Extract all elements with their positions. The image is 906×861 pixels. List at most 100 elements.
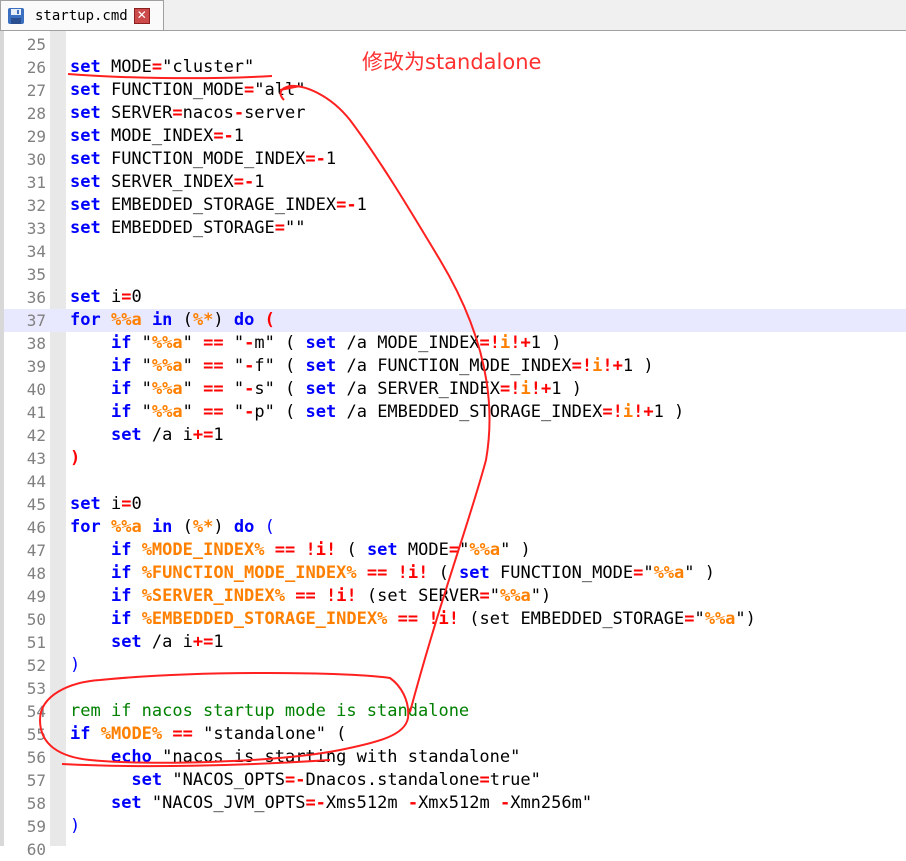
code-line[interactable]: 41 if "%%a" == "-p" ( set /a EMBEDDED_ST… [4, 401, 906, 424]
code-token: echo [110, 747, 152, 767]
line-number: 59 [26, 817, 46, 836]
code-token: MODE_INDEX [100, 126, 214, 146]
code-token: %%a [151, 333, 183, 353]
code-token: " [131, 333, 152, 353]
line-number: 38 [26, 334, 46, 353]
code-token: "nacos is starting with standalone" [151, 747, 521, 767]
code-token: MODE [100, 57, 152, 77]
code-line[interactable]: 36 set i=0 [4, 286, 906, 309]
code-token: - [244, 379, 255, 399]
code-line[interactable]: 57 set "NACOS_OPTS=-Dnacos.standalone=tr… [4, 769, 906, 792]
line-number: 58 [26, 794, 46, 813]
code-line[interactable]: 50 if %EMBEDDED_STORAGE_INDEX% == !i! (s… [4, 608, 906, 631]
code-token: 1 [233, 126, 245, 146]
code-line[interactable]: 44 [4, 470, 906, 493]
code-token: set [70, 287, 101, 307]
code-token: %%a [110, 517, 142, 537]
code-line[interactable]: 31 set SERVER_INDEX=-1 [4, 171, 906, 194]
code-token: !i! [325, 586, 357, 606]
code-line[interactable]: 56 echo "nacos is starting with standalo… [4, 746, 906, 769]
code-line[interactable]: 49 if %SERVER_INDEX% == !i! (set SERVER=… [4, 585, 906, 608]
code-token: s" ( [254, 379, 306, 399]
code-token: set [459, 563, 490, 583]
code-line[interactable]: 34 [4, 240, 906, 263]
code-line[interactable]: 30 set FUNCTION_MODE_INDEX=-1 [4, 148, 906, 171]
code-line[interactable]: 33 set EMBEDDED_STORAGE="" [4, 217, 906, 240]
code-line[interactable]: 42 set /a i+=1 [4, 424, 906, 447]
code-token: SERVER [100, 103, 173, 123]
code-line[interactable]: 39 if "%%a" == "-f" ( set /a FUNCTION_MO… [4, 355, 906, 378]
code-token: /a i [141, 632, 193, 652]
code-line[interactable]: 37 for %%a in (%*) do ( [4, 309, 906, 332]
code-token: = [172, 103, 183, 123]
code-token: %SERVER_INDEX% [141, 586, 285, 606]
code-token: == [203, 402, 224, 422]
line-number: 45 [26, 495, 46, 514]
code-text: set MODE_INDEX=-1 [70, 125, 244, 148]
code-line[interactable]: 27 set FUNCTION_MODE="all" [4, 79, 906, 102]
code-line[interactable]: 51 set /a i+=1 [4, 631, 906, 654]
code-token: %MODE_INDEX% [141, 540, 265, 560]
code-token: /a EMBEDDED_STORAGE_INDEX [336, 402, 603, 422]
code-token: if [110, 609, 132, 629]
code-line[interactable]: 43) [4, 447, 906, 470]
code-line[interactable]: 48 if %FUNCTION_MODE_INDEX% == !i! ( set… [4, 562, 906, 585]
code-token: i [100, 287, 122, 307]
code-text: for %%a in (%*) do ( [70, 516, 275, 539]
line-number: 32 [26, 196, 46, 215]
code-line[interactable]: 28 set SERVER=nacos-server [4, 102, 906, 125]
close-icon[interactable]: ✕ [133, 7, 150, 24]
code-token: server [244, 103, 306, 123]
code-line[interactable]: 58 set "NACOS_JVM_OPTS=-Xms512m -Xmx512m… [4, 792, 906, 815]
code-token: " [131, 379, 152, 399]
code-line[interactable]: 60 [4, 838, 906, 861]
code-token: set [131, 770, 163, 790]
code-line[interactable]: 52) [4, 654, 906, 677]
code-line[interactable]: 46 for %%a in (%*) do ( [4, 516, 906, 539]
code-text: set "NACOS_OPTS=-Dnacos.standalone=true" [70, 769, 540, 792]
code-line[interactable]: 59) [4, 815, 906, 838]
code-token: FUNCTION_MODE [100, 80, 245, 100]
code-token: !+ [602, 356, 623, 376]
code-token: = [479, 770, 490, 790]
code-line[interactable]: 29 set MODE_INDEX=-1 [4, 125, 906, 148]
code-token: %%a [151, 402, 183, 422]
code-token: " [223, 402, 245, 422]
code-line[interactable]: 47 if %MODE_INDEX% == !i! ( set MODE="%%… [4, 539, 906, 562]
code-line[interactable]: 45 set i=0 [4, 493, 906, 516]
code-token: " [694, 609, 705, 629]
code-lines[interactable]: 25 26 set MODE="cluster" 27 set FUNCTION_MOD… [4, 33, 906, 861]
line-number: 27 [26, 81, 46, 100]
code-line[interactable]: 53 [4, 677, 906, 700]
code-token: " ) [500, 540, 531, 560]
code-token: 0 [131, 287, 142, 307]
code-line[interactable]: 32 set EMBEDDED_STORAGE_INDEX=-1 [4, 194, 906, 217]
code-editor[interactable]: 25 26 set MODE="cluster" 27 set FUNCTION_MOD… [0, 31, 906, 859]
code-token: - [407, 793, 419, 813]
code-token: - [499, 793, 511, 813]
code-token: " [182, 356, 204, 376]
code-token: = [633, 563, 644, 583]
code-line[interactable]: 38 if "%%a" == "-m" ( set /a MODE_INDEX=… [4, 332, 906, 355]
code-line[interactable]: 54 rem if nacos startup mode is standalon… [4, 700, 906, 723]
code-token: - [244, 356, 255, 376]
code-token: == [295, 586, 316, 606]
code-token: " [459, 540, 470, 560]
tab-startup-cmd[interactable]: startup.cmd ✕ [0, 0, 164, 30]
code-line[interactable]: 55 if %MODE% == "standalone" ( [4, 723, 906, 746]
code-line[interactable]: 40 if "%%a" == "-s" ( set /a SERVER_INDE… [4, 378, 906, 401]
line-number: 30 [26, 150, 46, 169]
code-line[interactable]: 35 [4, 263, 906, 286]
